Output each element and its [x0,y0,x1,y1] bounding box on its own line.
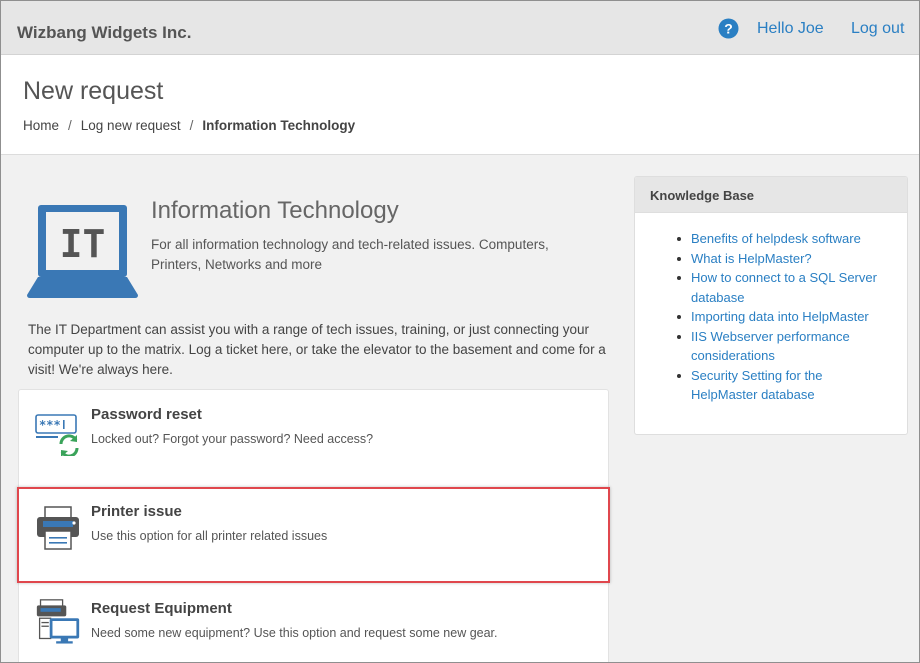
kb-article: Security Setting for the HelpMaster data… [677,366,892,405]
breadcrumb: Home / Log new request / Information Tec… [23,118,355,133]
kb-article: How to connect to a SQL Server database [677,268,892,307]
it-laptop-icon: IT [27,205,138,298]
option-title: Printer issue [91,503,182,520]
user-greeting-link[interactable]: Hello Joe [757,20,824,38]
breadcrumb-current: Information Technology [202,118,356,133]
printer-icon [37,506,79,550]
kb-article: IIS Webserver performance considerations [677,327,892,366]
kb-article: What is HelpMaster? [677,249,892,269]
option-request-equipment[interactable]: Request Equipment Need some new equipmen… [19,584,608,662]
password-reset-icon: *** [35,414,79,456]
knowledge-base-title: Knowledge Base [635,177,907,213]
svg-text:?: ? [724,21,733,37]
option-title: Password reset [91,406,202,423]
top-navbar: Wizbang Widgets Inc. ? Hello Joe Log out [1,1,919,55]
knowledge-base-panel: Knowledge Base Benefits of helpdesk soft… [634,176,908,435]
option-title: Request Equipment [91,600,232,617]
svg-text:***: *** [39,418,61,432]
kb-article-link[interactable]: IIS Webserver performance considerations [691,329,850,364]
kb-article-link[interactable]: Importing data into HelpMaster [691,309,869,324]
option-password-reset[interactable]: *** Password reset Locked out? Forgot yo… [19,390,608,487]
question-circle-icon[interactable]: ? [718,18,739,39]
kb-article-link[interactable]: How to connect to a SQL Server database [691,270,877,305]
department-subtitle: For all information technology and tech-… [151,237,549,272]
brand-name[interactable]: Wizbang Widgets Inc. [17,23,191,43]
kb-article: Importing data into HelpMaster [677,307,892,327]
kb-article-link[interactable]: Benefits of helpdesk software [691,231,861,246]
knowledge-base-list: Benefits of helpdesk software What is He… [677,229,892,405]
logout-link[interactable]: Log out [851,20,904,38]
app-window: Wizbang Widgets Inc. ? Hello Joe Log out… [0,0,920,663]
department-description: The IT Department can assist you with a … [28,322,606,377]
page-header: New request Home / Log new request / Inf… [1,55,919,155]
option-printer-issue[interactable]: Printer issue Use this option for all pr… [19,487,608,584]
option-description: Use this option for all printer related … [91,529,328,543]
option-description: Locked out? Forgot your password? Need a… [91,432,374,446]
equipment-icon [36,599,80,644]
page-title: New request [23,77,164,105]
breadcrumb-separator: / [68,118,72,133]
kb-article: Benefits of helpdesk software [677,229,892,249]
kb-article-link[interactable]: What is HelpMaster? [691,251,812,266]
request-options-list: *** Password reset Locked out? Forgot yo… [18,389,609,662]
breadcrumb-separator: / [189,118,194,133]
it-logo-text: IT [60,222,106,266]
option-description: Need some new equipment? Use this option… [91,626,498,640]
department-title: Information Technology [151,197,399,224]
breadcrumb-home[interactable]: Home [23,118,59,133]
kb-article-link[interactable]: Security Setting for the HelpMaster data… [691,368,823,403]
breadcrumb-log-new-request[interactable]: Log new request [81,118,181,133]
